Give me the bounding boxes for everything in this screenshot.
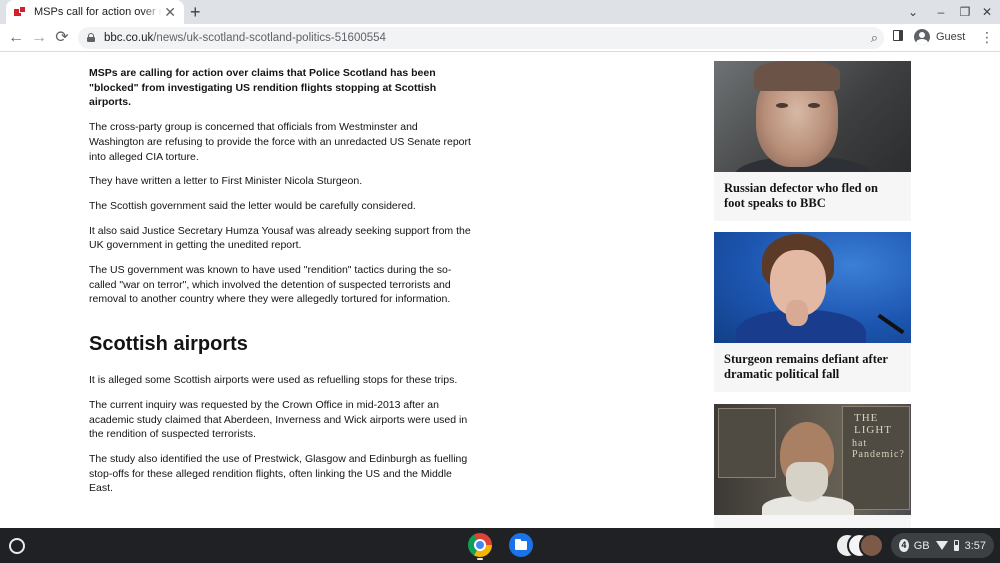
browser-toolbar: ← → ⟳ bbc.co.uk/news/uk-scotland-scotlan… [0,24,1000,52]
browser-menu-icon[interactable]: ⋮ [980,26,994,48]
notification-count[interactable]: 4 [899,539,909,552]
tab-close-icon[interactable]: ✕ [164,3,176,21]
story-caption[interactable] [714,515,911,528]
article-paragraph: The US government was known to have used… [89,264,452,306]
lock-icon[interactable] [87,33,95,42]
article-lead: MSPs are calling for action over claims … [89,67,437,109]
guest-avatar-icon [914,29,930,45]
maximize-button[interactable]: ❐ [956,0,974,24]
address-bar[interactable]: bbc.co.uk/news/uk-scotland-scotland-poli… [78,27,884,49]
url-path: /news/uk-scotland-scotland-politics-5160… [153,32,386,44]
browser-tab[interactable]: MSPs call for action over rendition ✕ [6,0,184,24]
launcher-icon[interactable] [9,538,25,554]
article-paragraph: The current inquiry was requested by the… [89,398,468,441]
poster-text: hat Pandemic? [852,438,905,460]
story-image-posters[interactable]: THE LIGHT hat Pandemic? [714,404,911,515]
article-paragraph: The Scottish government said the letter … [89,199,416,212]
web-page: MSPs are calling for action over claims … [0,53,1000,528]
zoom-icon[interactable]: ⌕ [871,27,878,49]
chrome-app-icon[interactable] [468,533,492,557]
bbc-favicon-icon [14,6,26,18]
article-paragraph: The cross-party group is concerned that … [89,121,471,163]
related-story-card[interactable]: Sturgeon remains defiant after dramatic … [714,232,911,392]
related-story-card[interactable]: THE LIGHT hat Pandemic? [714,404,911,528]
holding-thumbnail[interactable] [859,533,884,558]
forward-button[interactable]: → [28,27,50,49]
files-app-icon[interactable] [509,533,533,557]
related-story-card[interactable]: Russian defector who fled on foot speaks… [714,61,911,221]
reload-button[interactable]: ⟳ [51,27,73,49]
minimize-button[interactable]: – [932,0,950,24]
holding-space[interactable] [835,533,884,558]
story-caption[interactable]: Russian defector who fled on foot speaks… [714,172,911,221]
status-tray[interactable]: 4 GB 3:57 [891,533,994,558]
poster-text: THE LIGHT [854,412,892,436]
tray-label: GB [913,539,930,552]
window-close-button[interactable]: ✕ [978,0,996,24]
clock-time: 3:57 [964,539,986,552]
side-panel-icon[interactable] [893,30,903,41]
article-subheading: Scottish airports [89,333,248,356]
url-domain: bbc.co.uk [104,32,154,44]
story-image-portrait[interactable] [714,61,911,172]
profile-name: Guest [936,31,966,43]
article-paragraph: It also said Justice Secretary Humza You… [89,224,471,252]
article-paragraph: They have written a letter to First Mini… [89,175,363,188]
article-paragraph: It is alleged some Scottish airports wer… [89,374,458,387]
story-image-sturgeon[interactable] [714,232,911,343]
url-text[interactable]: bbc.co.uk/news/uk-scotland-scotland-poli… [104,27,386,49]
profile-button[interactable]: Guest [914,27,965,47]
tab-strip: MSPs call for action over rendition ✕ + … [0,0,1000,24]
running-indicator [477,558,483,560]
tab-search-icon[interactable]: ⌄ [904,0,922,24]
article-paragraph: The study also identified the use of Pre… [89,452,468,495]
wifi-icon [935,541,948,550]
story-caption[interactable]: Sturgeon remains defiant after dramatic … [714,343,911,392]
tab-title: MSPs call for action over rendition [34,6,162,18]
article-body: MSPs are calling for action over claims … [89,66,474,506]
back-button[interactable]: ← [5,27,27,49]
new-tab-button[interactable]: + [190,1,201,23]
battery-icon [953,540,959,551]
